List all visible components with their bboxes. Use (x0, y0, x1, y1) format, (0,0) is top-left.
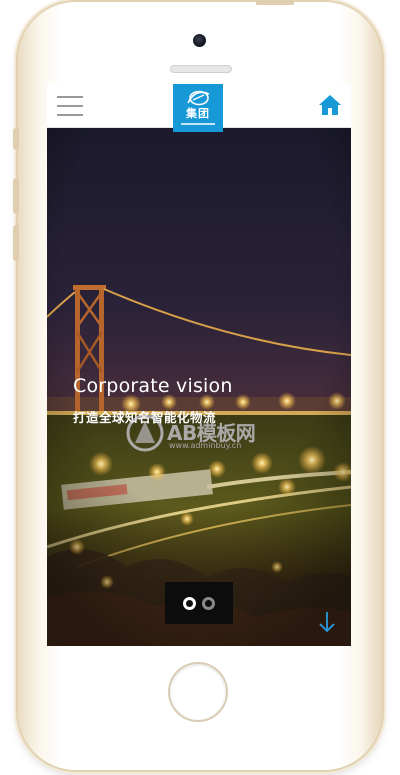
slide-dot-1[interactable] (183, 596, 196, 610)
hero-title: Corporate vision (73, 375, 233, 397)
volume-up-button (13, 178, 19, 214)
phone-screen: 集团 Corporate vision 打造全球知名智能化物流 AB模板网 ww… (47, 84, 351, 646)
hamburger-menu-icon[interactable] (57, 96, 83, 116)
volume-down-button (13, 225, 19, 261)
top-navigation-bar: 集团 (47, 84, 351, 132)
logo-mark-icon (187, 90, 210, 106)
mute-switch (13, 128, 19, 150)
slide-dot-2[interactable] (202, 596, 215, 610)
slider-pagination (165, 582, 233, 624)
logo-text: 集团 (186, 107, 210, 120)
earpiece-speaker (170, 65, 232, 73)
home-icon[interactable] (318, 94, 342, 116)
logo-underline (181, 123, 215, 125)
power-button (256, 0, 294, 5)
hero-banner: Corporate vision 打造全球知名智能化物流 AB模板网 www.a… (47, 127, 351, 646)
hero-subtitle: 打造全球知名智能化物流 (73, 410, 217, 425)
arrow-down-icon[interactable] (319, 611, 335, 633)
front-camera (193, 34, 206, 47)
home-button[interactable] (168, 662, 228, 722)
brand-logo[interactable]: 集团 (173, 84, 223, 132)
